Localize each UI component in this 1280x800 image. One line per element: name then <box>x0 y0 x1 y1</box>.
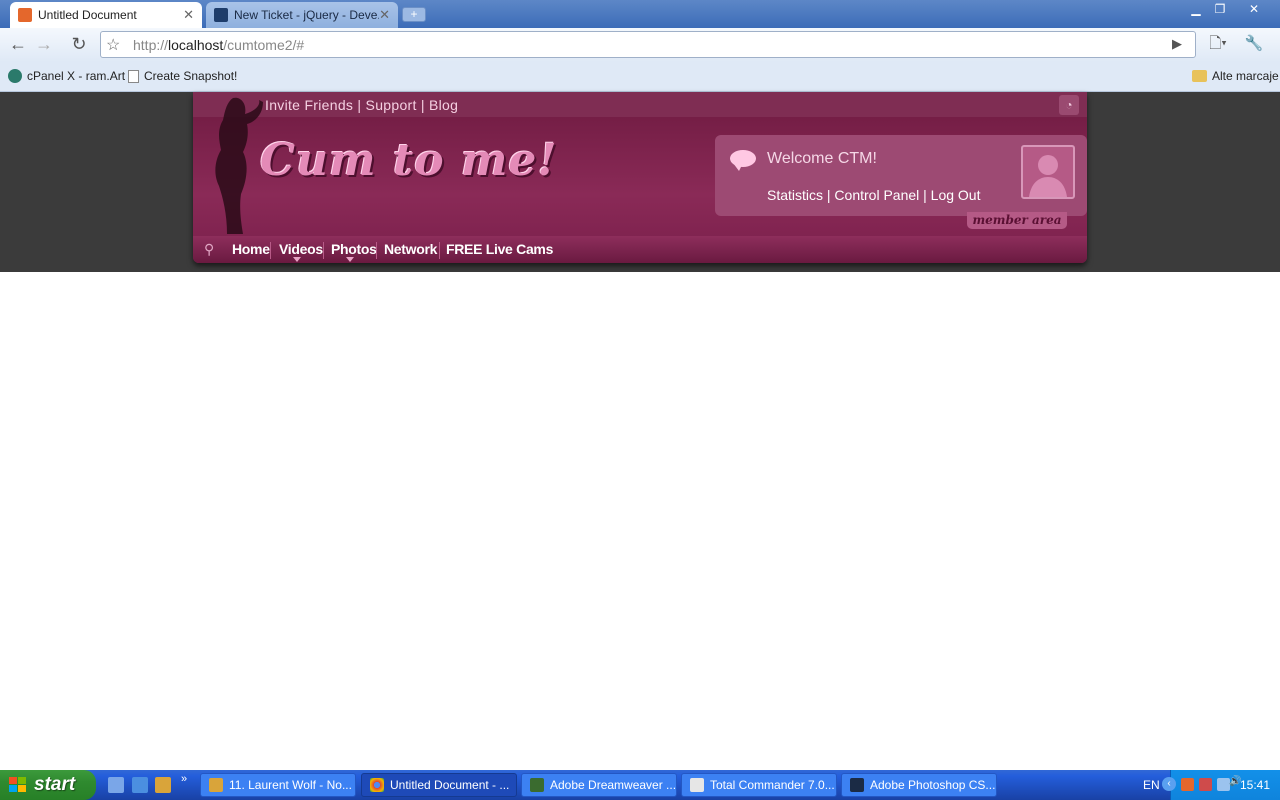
clock: 15:41 <box>1240 778 1271 792</box>
internet-explorer-icon[interactable] <box>132 777 148 793</box>
url-path: /cumtome2/# <box>223 37 305 53</box>
top-links[interactable]: Invite Friends | Support | Blog <box>265 97 458 113</box>
winamp-quicklaunch-icon[interactable] <box>155 777 171 793</box>
back-arrow-icon: ← <box>9 34 27 54</box>
url-scheme: http:// <box>133 37 169 53</box>
windows-logo-icon <box>9 777 26 792</box>
bookmark-label: Create Snapshot! <box>144 69 238 83</box>
task-total-commander[interactable]: Total Commander 7.0... <box>681 773 837 797</box>
quicklaunch-chevron-icon[interactable]: » <box>181 773 187 785</box>
wrench-menu-button[interactable]: 🔧▾ <box>1242 33 1266 74</box>
bookmark-star-icon[interactable]: ☆ <box>106 35 120 55</box>
tab-untitled-document[interactable]: Untitled Document ✕ <box>10 2 202 28</box>
nav-divider <box>376 242 377 259</box>
nav-free-live-cams[interactable]: FREE Live Cams <box>446 241 553 257</box>
task-dreamweaver[interactable]: Adobe Dreamweaver ... <box>521 773 677 797</box>
other-bookmarks-label: Alte marcaje <box>1212 69 1279 83</box>
main-nav <box>193 236 1087 263</box>
member-links[interactable]: Statistics | Control Panel | Log Out <box>767 187 981 203</box>
reload-icon: ↻ <box>71 34 87 54</box>
page-icon <box>128 69 139 83</box>
nav-divider <box>270 242 271 259</box>
chrome-icon <box>370 778 384 792</box>
page-menu-icon: 🗋▾ <box>1209 35 1227 52</box>
avatar[interactable] <box>1021 145 1075 199</box>
task-label: Total Commander 7.0... <box>710 778 835 792</box>
minimize-button[interactable]: ▁ <box>1186 2 1206 18</box>
task-chrome[interactable]: Untitled Document - ... <box>361 773 517 797</box>
url-host: localhost <box>168 37 224 53</box>
page-menu-button[interactable]: 🗋▾ <box>1206 33 1230 57</box>
task-winamp[interactable]: 11. Laurent Wolf - No... <box>200 773 356 797</box>
dreamweaver-icon <box>530 778 544 792</box>
forward-arrow-icon: → <box>35 34 53 54</box>
xampp-tray-icon[interactable] <box>1181 778 1194 791</box>
tab-new-ticket[interactable]: New Ticket - jQuery - Deve... ✕ <box>206 2 398 28</box>
other-bookmarks[interactable]: Alte marcaje <box>1192 69 1279 83</box>
photoshop-icon <box>850 778 864 792</box>
search-icon[interactable]: ⚲ <box>204 241 214 258</box>
welcome-message: Welcome CTM! <box>767 150 877 167</box>
new-tab-button[interactable]: + <box>402 7 426 22</box>
language-indicator[interactable]: EN <box>1143 778 1160 792</box>
bookmark-create-snapshot[interactable]: Create Snapshot! <box>128 69 237 83</box>
security-tray-icon[interactable] <box>1199 778 1212 791</box>
trac-icon <box>214 8 228 22</box>
restore-button[interactable]: ❐ <box>1210 2 1230 18</box>
bookmark-label: cPanel X - ram.Art <box>27 69 126 83</box>
task-label: 11. Laurent Wolf - No... <box>229 778 352 792</box>
tray-expand-icon[interactable]: ‹ <box>1162 777 1176 791</box>
close-window-button[interactable]: ✕ <box>1244 2 1264 18</box>
cpanel-icon <box>8 69 22 83</box>
nav-home[interactable]: Home <box>232 241 270 257</box>
speech-bubble-tail <box>733 163 743 171</box>
model-silhouette-image <box>215 97 263 234</box>
show-desktop-icon[interactable] <box>108 777 124 793</box>
folder-icon <box>1192 70 1207 82</box>
go-icon[interactable]: ▶ <box>1172 36 1182 52</box>
close-icon[interactable]: ✕ <box>183 7 194 23</box>
url-text[interactable]: http://localhost/cumtome2/# <box>133 37 304 53</box>
tab-title: Untitled Document <box>38 8 137 22</box>
back-button[interactable]: ← <box>6 33 30 57</box>
nav-divider <box>323 242 324 259</box>
task-photoshop[interactable]: Adobe Photoshop CS... <box>841 773 997 797</box>
chevron-down-icon <box>293 257 301 262</box>
chevron-down-icon <box>346 257 354 262</box>
winamp-icon <box>209 778 223 792</box>
task-label: Adobe Photoshop CS... <box>870 778 996 792</box>
member-area-tab[interactable]: member area <box>967 212 1067 229</box>
nav-divider <box>439 242 440 259</box>
nav-network[interactable]: Network <box>384 241 437 257</box>
bookmark-cpanel[interactable]: cPanel X - ram.Art <box>8 69 125 83</box>
site-logo[interactable]: Cum to me! <box>260 135 558 186</box>
nav-photos[interactable]: Photos <box>331 241 377 257</box>
rss-icon[interactable]: ◔ <box>1059 95 1079 115</box>
user-silhouette-icon <box>1029 155 1067 197</box>
total-commander-icon <box>690 778 704 792</box>
nav-videos[interactable]: Videos <box>279 241 323 257</box>
close-icon[interactable]: ✕ <box>379 7 390 23</box>
forward-button[interactable]: → <box>32 33 56 57</box>
reload-button[interactable]: ↻ <box>67 33 91 57</box>
task-label: Untitled Document - ... <box>390 778 510 792</box>
tab-title: New Ticket - jQuery - Deve... <box>234 8 380 22</box>
xampp-icon <box>18 8 32 22</box>
task-label: Adobe Dreamweaver ... <box>550 778 677 792</box>
